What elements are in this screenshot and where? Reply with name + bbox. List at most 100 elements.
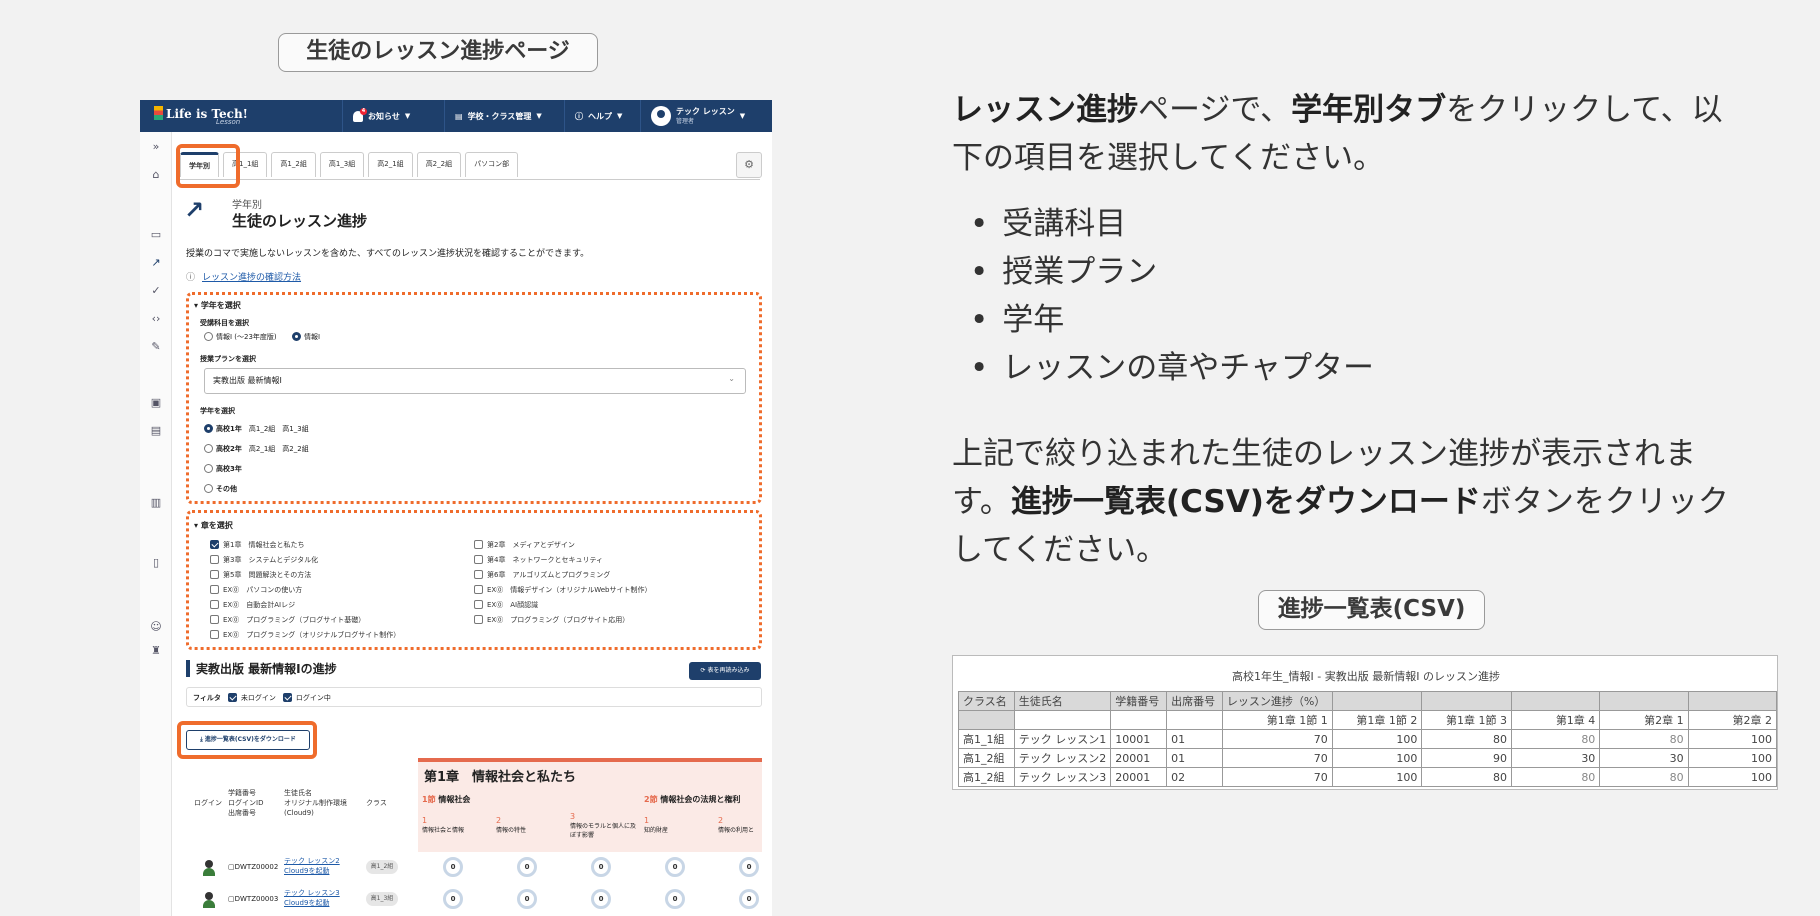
tab-class[interactable]: 高1_2組 <box>271 152 316 177</box>
chapter-label: EX⓪ プログラミング（オリジナルブログサイト制作） <box>223 631 401 639</box>
progress-circle[interactable]: 0 <box>443 857 463 877</box>
reload-table-button[interactable]: ⟳ 表を再読み込み <box>689 662 761 680</box>
filter-label: フィルタ <box>193 694 221 702</box>
student-avatar <box>202 860 216 876</box>
lesson-name: 情報の特性 <box>496 827 527 834</box>
check-circle-icon[interactable]: ✓ <box>149 284 163 298</box>
csv-cell: 生徒氏名 <box>1013 691 1112 711</box>
trend-heading-icon: ↗ <box>184 196 205 224</box>
student-name-link[interactable]: テック レッスン2 Cloud9を起動 <box>284 856 340 876</box>
chapter-checkbox[interactable]: 第5章 問題解決とその方法 <box>210 570 311 580</box>
class-badge: 高1_2組 <box>366 860 398 874</box>
plan-select[interactable]: 実教出版 最新情報I ⌄ <box>204 368 746 394</box>
nav-school[interactable]: ▤ 学校・クラス管理 ▼ <box>444 100 564 132</box>
checkbox-checked-icon[interactable] <box>227 693 237 702</box>
nav-help[interactable]: ⓘ ヘルプ ▼ <box>564 100 640 132</box>
chapter-checkbox[interactable]: EX⓪ AI顔認識 <box>474 600 538 610</box>
filter-not-logged: 未ログイン <box>240 694 276 702</box>
checkbox-icon <box>210 630 219 639</box>
section-1-name: 情報社会 <box>438 795 471 804</box>
grade-classes: 高2_1組 高2_2組 <box>248 445 309 453</box>
subject-radio-old[interactable]: 情報I (〜23年度版) <box>204 332 277 342</box>
cloud9-link[interactable]: Cloud9を起動 <box>284 899 329 907</box>
help-link[interactable]: レッスン進捗の確認方法 <box>202 270 301 283</box>
grade-section-header[interactable]: ▾ 学年を選択 <box>194 300 241 311</box>
clipboard-icon[interactable]: ▤ <box>149 424 163 438</box>
tab-class[interactable]: 高2_1組 <box>368 152 413 177</box>
chapter-checkbox[interactable]: 第4章 ネットワークとセキュリティ <box>474 555 603 565</box>
trophy-icon[interactable]: ♜ <box>149 644 163 658</box>
bell-icon: 4 <box>353 107 367 122</box>
grade-section-header-text: 学年を選択 <box>200 301 241 310</box>
col-class: クラス <box>366 799 387 807</box>
tab-club[interactable]: パソコン部 <box>465 152 519 177</box>
lesson-header: 2 情報の特性 <box>496 816 526 835</box>
csv-cell: 01 <box>1166 729 1223 749</box>
instruction-text: してください。 <box>952 532 1168 568</box>
chapter-checkbox[interactable]: 第3章 システムとデジタル化 <box>210 555 318 565</box>
chapter-checkbox[interactable]: 第6章 アルゴリズムとプログラミング <box>474 570 610 580</box>
chapter-checkbox[interactable]: EX⓪ パソコンの使い方 <box>210 585 302 595</box>
student-name[interactable]: テック レッスン3 <box>284 889 340 897</box>
col-ids: 学籍番号 ログインID 出席番号 <box>228 789 264 817</box>
csv-preview: 高校1年生_情報Ⅰ - 実教出版 最新情報Ⅰ のレッスン進捗 クラス名 生徒氏名… <box>952 655 1778 790</box>
grade-radio-3[interactable]: 高校3年 <box>204 464 242 474</box>
chapter-checkbox[interactable]: 第1章 情報社会と私たち <box>210 540 304 550</box>
progress-circle[interactable]: 0 <box>517 889 537 909</box>
grade-radio-other[interactable]: その他 <box>204 484 237 494</box>
help-circle-icon: ⓘ <box>186 273 196 283</box>
csv-cell: 80 <box>1599 729 1689 749</box>
progress-circle[interactable]: 0 <box>517 857 537 877</box>
grade-radio-1[interactable]: 高校1年 高1_2組 高1_3組 <box>204 424 309 434</box>
chart-icon[interactable]: ▥ <box>149 496 163 510</box>
user-menu[interactable]: テック レッスン 管理者 ▼ <box>640 100 772 132</box>
progress-circle[interactable]: 0 <box>591 889 611 909</box>
pencil-icon[interactable]: ✎ <box>149 340 163 354</box>
csv-cell: 第1章 1節 1 <box>1221 710 1333 730</box>
document-icon[interactable]: ▣ <box>149 396 163 410</box>
nav-notice[interactable]: 4 お知らせ ▼ <box>342 100 444 132</box>
chapter-checkbox[interactable]: 第2章 メディアとデザイン <box>474 540 575 550</box>
expand-icon[interactable]: » <box>149 140 163 154</box>
chapter-checkbox[interactable]: EX⓪ プログラミング（ブログサイト基礎） <box>210 615 365 625</box>
file-icon[interactable]: ▯ <box>149 556 163 570</box>
checkbox-icon <box>474 615 483 624</box>
cloud9-link[interactable]: Cloud9を起動 <box>284 867 329 875</box>
settings-gear-icon[interactable]: ⚙ <box>736 152 762 178</box>
student-name-link[interactable]: テック レッスン3 Cloud9を起動 <box>284 888 340 908</box>
csv-cell <box>1110 710 1168 730</box>
chapter-section-header[interactable]: ▾ 章を選択 <box>194 520 233 531</box>
lesson-name: 情報の利用と <box>718 827 755 834</box>
chapter-checkbox[interactable]: EX⓪ 情報デザイン（オリジナルWebサイト制作） <box>474 585 651 595</box>
progress-circle[interactable]: 0 <box>443 889 463 909</box>
progress-title: 実教出版 最新情報Iの進捗 <box>186 660 337 677</box>
progress-circle[interactable]: 0 <box>739 889 759 909</box>
chapter-checkbox[interactable]: EX⓪ プログラミング（オリジナルブログサイト制作） <box>210 630 400 640</box>
chapter-label: 第1章 情報社会と私たち <box>223 541 305 549</box>
student-name[interactable]: テック レッスン2 <box>284 857 340 865</box>
section-2-number: 2節 <box>644 795 658 804</box>
chapter-checkbox[interactable]: EX⓪ プログラミング（ブログサイト応用） <box>474 615 629 625</box>
smile-icon[interactable]: ☺ <box>149 620 163 634</box>
csv-cell: 70 <box>1221 767 1333 787</box>
chapter-label: 第4章 ネットワークとセキュリティ <box>487 556 604 564</box>
tab-class[interactable]: 高2_2組 <box>416 152 462 177</box>
progress-circle[interactable]: 0 <box>591 857 611 877</box>
subject-radio-new[interactable]: 情報I <box>292 332 320 342</box>
grade-radio-2[interactable]: 高校2年 高2_1組 高2_2組 <box>204 444 309 454</box>
home-icon[interactable]: ⌂ <box>149 168 163 182</box>
checkbox-checked-icon[interactable] <box>282 693 292 702</box>
progress-circle[interactable]: 0 <box>665 889 685 909</box>
chapter-checkbox[interactable]: EX⓪ 自動会計AIレジ <box>210 600 295 610</box>
csv-cell: 100 <box>1687 748 1778 768</box>
progress-circle[interactable]: 0 <box>739 857 759 877</box>
trend-icon[interactable]: ↗ <box>149 256 163 270</box>
tab-class[interactable]: 高1_3組 <box>319 152 365 177</box>
page-description: 授業のコマで実施しないレッスンを含めた、すべてのレッスン進捗状況を確認することが… <box>186 249 590 259</box>
monitor-icon[interactable]: ▭ <box>149 228 163 242</box>
chapter-select-highlight <box>186 510 762 650</box>
csv-cell: 80 <box>1421 767 1513 787</box>
progress-circle[interactable]: 0 <box>665 857 685 877</box>
code-icon[interactable]: ‹› <box>149 312 163 326</box>
chapter-label: 第2章 メディアとデザイン <box>487 541 575 549</box>
